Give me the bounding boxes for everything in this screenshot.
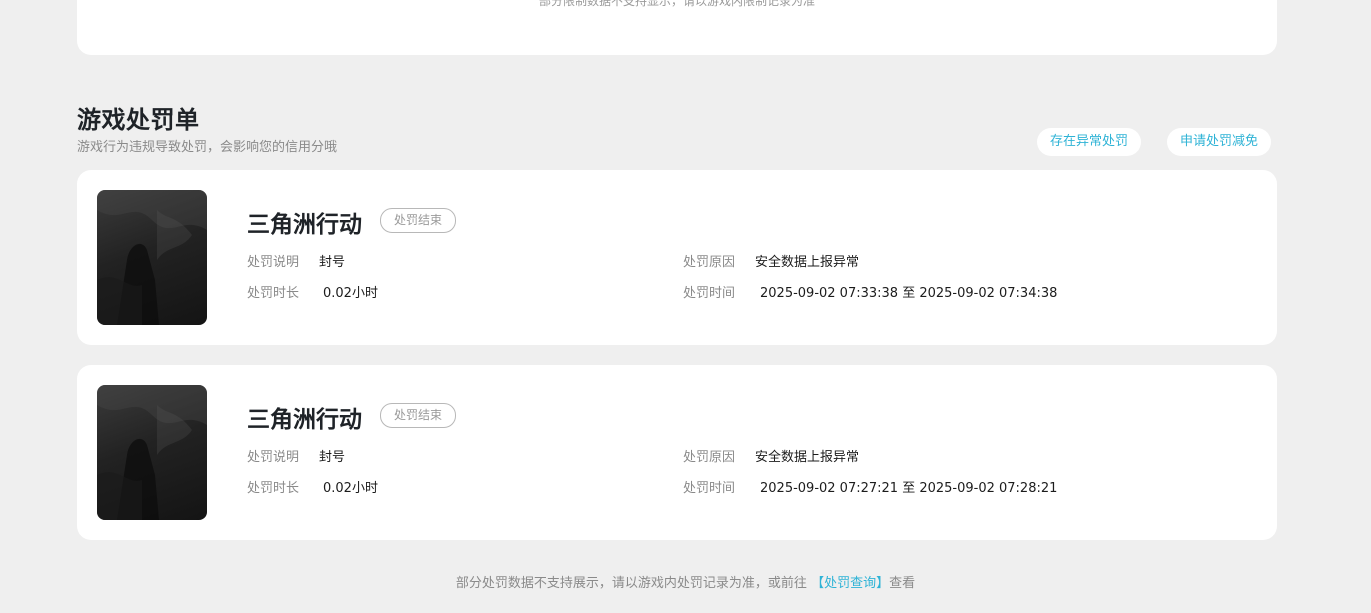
punishment-record: 三角洲行动 处罚结束 处罚说明 封号 处罚时长 0.02小时 处罚原因 安全数据… <box>77 170 1277 345</box>
duration-value: 0.02小时 <box>323 481 378 496</box>
time-label: 处罚时间 <box>683 286 736 301</box>
reason-label: 处罚原因 <box>683 450 736 465</box>
apply-reduction-button[interactable]: 申请处罚减免 <box>1167 128 1272 156</box>
footer-suffix: 查看 <box>889 576 916 591</box>
game-name: 三角洲行动 <box>247 407 362 433</box>
punishment-page: 部分限制数据不支持显示，请以游戏内限制记录为准 游戏处罚单 游戏行为违规导致处罚… <box>0 0 1371 613</box>
reason-value: 安全数据上报异常 <box>755 450 860 465</box>
game-cover-image <box>97 190 207 325</box>
duration-label: 处罚时长 <box>247 481 300 496</box>
section-title: 游戏处罚单 <box>77 106 200 134</box>
game-name: 三角洲行动 <box>247 212 362 238</box>
abnormal-punishment-button[interactable]: 存在异常处罚 <box>1037 128 1142 156</box>
time-value: 2025-09-02 07:33:38 至 2025-09-02 07:34:3… <box>760 286 1058 301</box>
game-cover-image <box>97 385 207 520</box>
restriction-card: 部分限制数据不支持显示，请以游戏内限制记录为准 <box>77 0 1277 55</box>
section-subtitle: 游戏行为违规导致处罚，会影响您的信用分哦 <box>77 140 338 155</box>
desc-value: 封号 <box>319 450 346 465</box>
footer-note: 部分处罚数据不支持展示，请以游戏内处罚记录为准，或前往 【处罚查询】查看 <box>0 572 1371 591</box>
time-label: 处罚时间 <box>683 481 736 496</box>
desc-label: 处罚说明 <box>247 255 300 270</box>
status-badge: 处罚结束 <box>380 208 457 233</box>
footer-prefix: 部分处罚数据不支持展示，请以游戏内处罚记录为准，或前往 <box>455 576 807 591</box>
desc-label: 处罚说明 <box>247 450 300 465</box>
status-badge: 处罚结束 <box>380 403 457 428</box>
reason-label: 处罚原因 <box>683 255 736 270</box>
reason-value: 安全数据上报异常 <box>755 255 860 270</box>
duration-label: 处罚时长 <box>247 286 300 301</box>
restriction-note: 部分限制数据不支持显示，请以游戏内限制记录为准 <box>538 0 815 8</box>
time-value: 2025-09-02 07:27:21 至 2025-09-02 07:28:2… <box>760 481 1058 496</box>
punishment-record: 三角洲行动 处罚结束 处罚说明 封号 处罚时长 0.02小时 处罚原因 安全数据… <box>77 365 1277 540</box>
duration-value: 0.02小时 <box>323 286 378 301</box>
page-scrollbar[interactable] <box>1365 0 1371 613</box>
punishment-query-link[interactable]: 【处罚查询】 <box>811 576 889 591</box>
desc-value: 封号 <box>319 255 346 270</box>
